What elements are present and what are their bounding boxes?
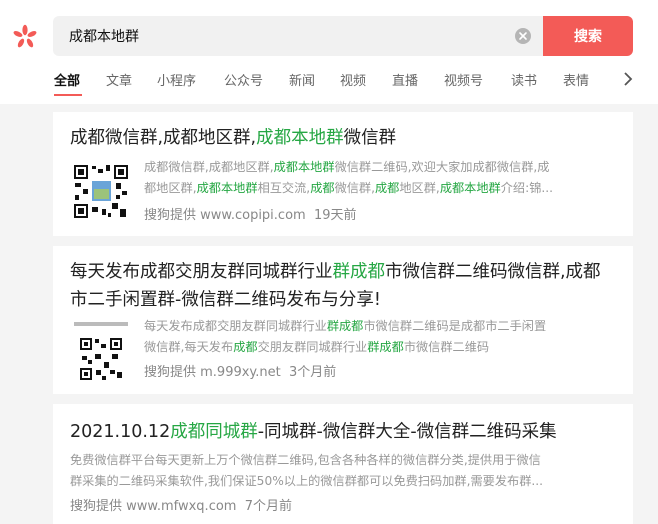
search-query-text[interactable]: 成都本地群 xyxy=(69,26,139,46)
result-source: 搜狗提供 m.999xy.net 3个月前 xyxy=(144,361,336,380)
desc-text: 市微信群二维码 xyxy=(403,340,490,354)
tab-live[interactable]: 直播 xyxy=(392,70,418,89)
tab-channels[interactable]: 视频号 xyxy=(444,70,483,89)
qr-code-thumbnail[interactable] xyxy=(72,163,130,220)
result-card: 每天发布成都交朋友群同城群行业群成都市微信群二维码微信群,成都 市二手闲置群-微… xyxy=(53,246,633,394)
desc-text: 介绍:锦... xyxy=(500,181,554,195)
active-tab-indicator xyxy=(54,94,82,96)
title-highlight[interactable]: 群成都 xyxy=(333,262,386,282)
tab-videos[interactable]: 视频 xyxy=(340,70,366,89)
desc-text: 成都微信群,成都地区群, xyxy=(144,160,274,174)
title-text[interactable]: 微信群 xyxy=(344,128,397,148)
qr-code-thumbnail[interactable] xyxy=(72,320,130,384)
result-description-line: 群采集的二维码采集软件,我们保证50%以上的微信群都可以免费扫码加群,需要发布群… xyxy=(70,474,544,488)
title-highlight[interactable]: 成都同城群 xyxy=(170,422,258,442)
publish-time: 7个月前 xyxy=(244,499,293,514)
desc-text: 相互交流, xyxy=(257,181,311,195)
result-title[interactable]: 成都微信群,成都地区群,成都本地群微信群 xyxy=(70,124,396,152)
result-description-line: 免费微信群平台每天更新上万个微信群二维码,包含各种各样的微信群分类,提供用于微信 xyxy=(70,453,541,467)
sogou-logo-icon[interactable] xyxy=(10,22,40,52)
search-button[interactable]: 搜索 xyxy=(543,16,633,56)
result-title-line[interactable]: 市二手闲置群-微信群二维码发布与分享! xyxy=(70,286,381,314)
source-site: 搜狗提供 m.999xy.net xyxy=(144,365,281,380)
result-source: 搜狗提供 www.copipi.com 19天前 xyxy=(144,204,357,223)
publish-time: 3个月前 xyxy=(289,365,337,380)
desc-highlight: 成都 xyxy=(375,181,400,195)
desc-highlight: 成都本地群 xyxy=(439,181,501,195)
result-description-line: 都地区群,成都本地群相互交流,成都微信群,成都地区群,成都本地群介绍:锦... xyxy=(144,178,553,199)
result-title[interactable]: 2021.10.12成都同城群-同城群-微信群大全-微信群二维码采集 xyxy=(70,418,557,446)
source-site: 搜狗提供 www.copipi.com xyxy=(144,208,306,223)
desc-text: 微信群,每天发布 xyxy=(144,340,234,354)
result-description-line: 每天发布成都交朋友群同城群行业群成都市微信群二维码是成都市二手闲置 xyxy=(144,316,546,337)
top-bar: 成都本地群 搜索 全部 文章 小程序 公众号 新闻 视频 直播 视频号 读书 表… xyxy=(0,0,658,104)
source-site: 搜狗提供 www.mfwxq.com xyxy=(70,499,237,514)
desc-highlight: 群成都 xyxy=(367,340,404,354)
tab-mini-programs[interactable]: 小程序 xyxy=(157,70,196,89)
result-card: 2021.10.12成都同城群-同城群-微信群大全-微信群二维码采集 免费微信群… xyxy=(53,404,633,524)
desc-highlight: 成都本地群 xyxy=(273,160,335,174)
result-description-line: 成都微信群,成都地区群,成都本地群微信群二维码,欢迎大家加成都微信群,成 xyxy=(144,157,550,178)
clear-icon[interactable] xyxy=(515,28,531,44)
title-highlight[interactable]: 成都本地群 xyxy=(256,128,344,148)
result-source: 搜狗提供 www.mfwxq.com 7个月前 xyxy=(70,495,292,514)
publish-time: 19天前 xyxy=(313,208,357,223)
desc-text: 交朋友群同城群行业 xyxy=(257,340,368,354)
tab-all[interactable]: 全部 xyxy=(54,70,80,89)
tab-bar: 全部 文章 小程序 公众号 新闻 视频 直播 视频号 读书 表情 xyxy=(0,66,658,96)
result-card: 成都微信群,成都地区群,成都本地群微信群 成都微信群,成都地区群,成都本地群微信… xyxy=(53,112,633,236)
desc-highlight: 群成都 xyxy=(326,319,364,333)
desc-text: 地区群, xyxy=(399,181,440,195)
desc-text: 微信群二维码,欢迎大家加成都微信群,成 xyxy=(334,160,550,174)
desc-text: 都地区群, xyxy=(144,181,197,195)
search-input[interactable]: 成都本地群 xyxy=(53,16,543,56)
title-text[interactable]: 每天发布成都交朋友群同城群行业 xyxy=(70,262,333,282)
desc-text: 微信群, xyxy=(334,181,375,195)
title-text[interactable]: 2021.10.12 xyxy=(70,422,170,442)
desc-highlight: 成都 xyxy=(233,340,258,354)
tab-stickers[interactable]: 表情 xyxy=(563,70,589,89)
desc-highlight: 成都 xyxy=(310,181,335,195)
result-description-line: 微信群,每天发布成都交朋友群同城群行业群成都市微信群二维码 xyxy=(144,337,489,358)
result-title-line[interactable]: 每天发布成都交朋友群同城群行业群成都市微信群二维码微信群,成都 xyxy=(70,258,601,286)
tab-books[interactable]: 读书 xyxy=(511,70,537,89)
chevron-right-icon[interactable] xyxy=(621,70,635,88)
desc-text: 市微信群二维码是成都市二手闲置 xyxy=(363,319,547,333)
title-text[interactable]: 市微信群二维码微信群,成都 xyxy=(385,262,601,282)
title-text[interactable]: 成都微信群,成都地区群, xyxy=(70,128,256,148)
desc-highlight: 成都本地群 xyxy=(196,181,258,195)
desc-text: 每天发布成都交朋友群同城群行业 xyxy=(144,319,327,333)
tab-news[interactable]: 新闻 xyxy=(289,70,315,89)
tab-official-accounts[interactable]: 公众号 xyxy=(224,70,263,89)
tab-articles[interactable]: 文章 xyxy=(106,70,132,89)
title-text[interactable]: -同城群-微信群大全-微信群二维码采集 xyxy=(258,422,557,442)
